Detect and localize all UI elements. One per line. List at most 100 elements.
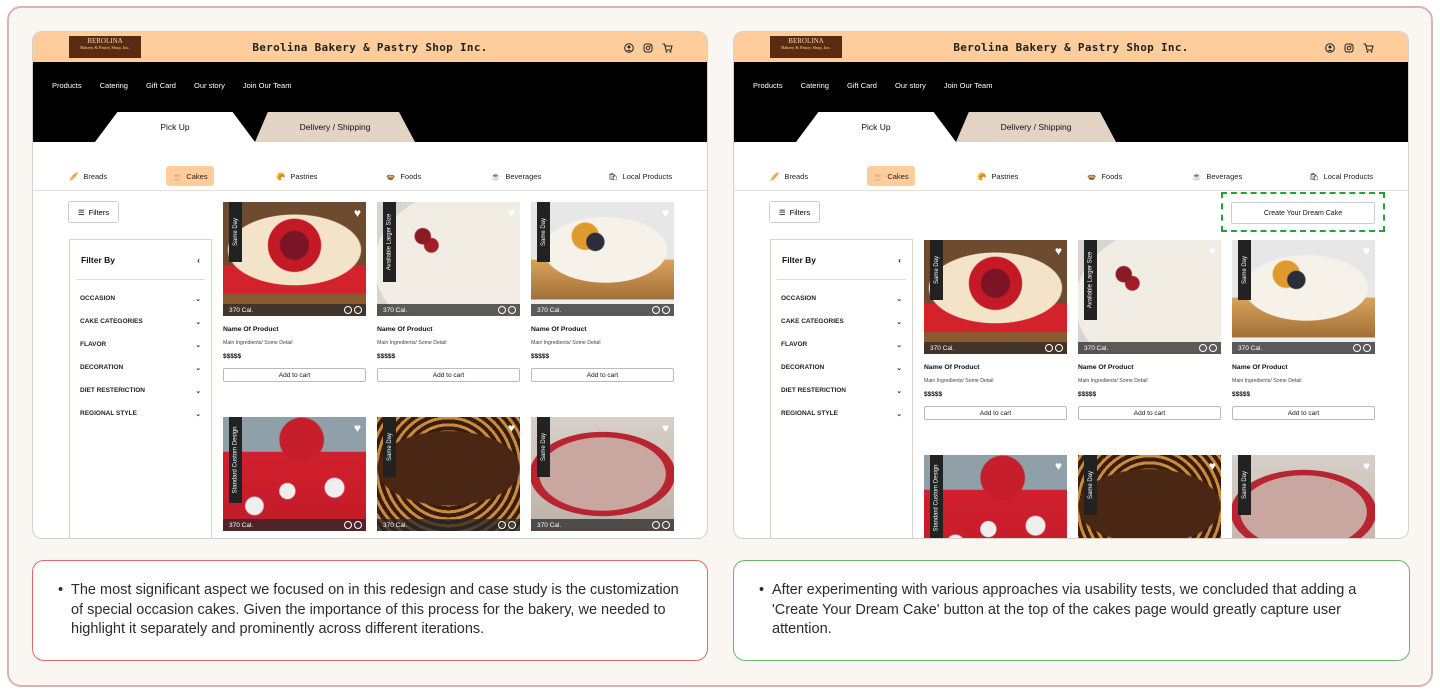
nav-join-team[interactable]: Join Our Team (243, 81, 292, 90)
heart-icon[interactable]: ♥ (1209, 460, 1216, 472)
product-card[interactable]: Same Day ♥ 370 Cal. Name Of Product Main I… (531, 202, 674, 382)
add-to-cart-button[interactable]: Add to cart (1232, 406, 1375, 420)
product-image[interactable]: Available Larger Size ♥ 370 Cal. (377, 202, 520, 316)
tab-delivery[interactable]: Delivery / Shipping (956, 112, 1116, 142)
user-icon[interactable] (624, 40, 634, 58)
filter-panel: Filter By ‹ OCCASION ⌄ CAKE CATEGORIES ⌄ FL… (69, 239, 212, 538)
product-image[interactable]: Same Day ♥ 370 Cal. (531, 417, 674, 531)
product-image[interactable]: Same Day ♥ 370 Cal. (924, 240, 1067, 354)
sliders-icon: ☰ (77, 207, 85, 217)
category-cakes[interactable]: 🎂 Cakes (166, 166, 214, 186)
category-pastries[interactable]: 🥐 Pastries (971, 166, 1024, 186)
nav-products[interactable]: Products (52, 81, 82, 90)
product-card[interactable]: Available Larger Size ♥ 370 Cal. Name Of P… (377, 202, 520, 382)
tab-delivery[interactable]: Delivery / Shipping (255, 112, 415, 142)
filter-occasion[interactable]: OCCASION ⌄ (80, 287, 201, 310)
product-card[interactable]: Standard Custom Design ♥ 370 Cal. (223, 417, 366, 531)
filter-regional-style[interactable]: REGIONAL STYLE ⌄ (80, 402, 201, 425)
collapse-icon[interactable]: ‹ (898, 255, 901, 265)
filter-cake-categories[interactable]: CAKE CATEGORIES ⌄ (80, 310, 201, 333)
category-beverages[interactable]: ☕ Beverages (485, 166, 547, 186)
filter-cake-categories[interactable]: CAKE CATEGORIES ⌄ (781, 310, 902, 333)
heart-icon[interactable]: ♥ (354, 207, 361, 219)
heart-icon[interactable]: ♥ (1363, 245, 1370, 257)
instagram-icon[interactable] (643, 40, 653, 58)
nav-catering[interactable]: Catering (801, 81, 829, 90)
cart-icon[interactable] (662, 40, 673, 58)
filters-button[interactable]: ☰ Filters (68, 201, 119, 223)
product-image[interactable]: Standard Custom Design ♥ 370 Cal. (223, 417, 366, 531)
chevron-down-icon: ⌄ (896, 295, 902, 303)
category-cakes[interactable]: 🎂 Cakes (867, 166, 915, 186)
product-card[interactable]: Same Day ♥ 370 Cal. Name Of Product Main I… (223, 202, 366, 382)
product-card[interactable]: Standard Custom Design ♥ (924, 455, 1067, 538)
product-card[interactable]: Same Day ♥ (1232, 455, 1375, 538)
product-card[interactable]: Available Larger Size ♥ 370 Cal. Name Of P… (1078, 240, 1221, 420)
heart-icon[interactable]: ♥ (1055, 460, 1062, 472)
product-card[interactable]: Same Day ♥ (1078, 455, 1221, 538)
filter-decoration[interactable]: DECORATION ⌄ (781, 356, 902, 379)
heart-icon[interactable]: ♥ (1363, 460, 1370, 472)
user-icon[interactable] (1325, 40, 1335, 58)
instagram-icon[interactable] (1344, 40, 1354, 58)
product-image[interactable]: Available Larger Size ♥ 370 Cal. (1078, 240, 1221, 354)
product-image[interactable]: Same Day ♥ (1078, 455, 1221, 538)
category-local-products[interactable]: 🛍 Local Products (602, 166, 678, 186)
add-to-cart-button[interactable]: Add to cart (377, 368, 520, 382)
category-pastries[interactable]: 🥐 Pastries (270, 166, 323, 186)
filter-flavor[interactable]: FLAVOR ⌄ (80, 333, 201, 356)
nav-join-team[interactable]: Join Our Team (944, 81, 993, 90)
chevron-down-icon: ⌄ (195, 341, 201, 349)
nav-our-story[interactable]: Our story (895, 81, 926, 90)
heart-icon[interactable]: ♥ (662, 422, 669, 434)
add-to-cart-button[interactable]: Add to cart (223, 368, 366, 382)
product-image[interactable]: Standard Custom Design ♥ (924, 455, 1067, 538)
heart-icon[interactable]: ♥ (662, 207, 669, 219)
product-image[interactable]: Same Day ♥ (1232, 455, 1375, 538)
nav-our-story[interactable]: Our story (194, 81, 225, 90)
create-dream-cake-button[interactable]: Create Your Dream Cake (1231, 202, 1375, 224)
product-card[interactable]: Same Day ♥ 370 Cal. (531, 417, 674, 531)
add-to-cart-button[interactable]: Add to cart (531, 368, 674, 382)
filters-button[interactable]: ☰ Filters (769, 201, 820, 223)
filter-title: Filter By (81, 254, 116, 265)
category-breads[interactable]: 🥖 Breads (764, 166, 814, 186)
heart-icon[interactable]: ♥ (1055, 245, 1062, 257)
nav-products[interactable]: Products (753, 81, 783, 90)
bread-icon: 🥖 (770, 171, 780, 181)
product-image[interactable]: Same Day ♥ 370 Cal. (223, 202, 366, 316)
collapse-icon[interactable]: ‹ (197, 255, 200, 265)
product-image[interactable]: Same Day ♥ 370 Cal. (531, 202, 674, 316)
tab-pickup[interactable]: Pick Up (796, 112, 956, 142)
tab-pickup[interactable]: Pick Up (95, 112, 255, 142)
product-card[interactable]: Same Day ♥ 370 Cal. Name Of Product Main I… (1232, 240, 1375, 420)
cart-icon[interactable] (1363, 40, 1374, 58)
filter-decoration[interactable]: DECORATION ⌄ (80, 356, 201, 379)
product-card[interactable]: Same Day ♥ 370 Cal. Name Of Product Main I… (924, 240, 1067, 420)
nav-gift-card[interactable]: Gift Card (847, 81, 877, 90)
category-foods[interactable]: 🍲 Foods (1081, 166, 1128, 186)
heart-icon[interactable]: ♥ (508, 207, 515, 219)
category-local-products[interactable]: 🛍 Local Products (1303, 166, 1379, 186)
add-to-cart-button[interactable]: Add to cart (1078, 406, 1221, 420)
product-name: Name Of Product (531, 326, 587, 333)
filter-diet[interactable]: DIET RESTERICTION ⌄ (80, 379, 201, 402)
product-card[interactable]: Same Day ♥ 370 Cal. (377, 417, 520, 531)
filter-occasion[interactable]: OCCASION ⌄ (781, 287, 902, 310)
product-image[interactable]: Same Day ♥ 370 Cal. (377, 417, 520, 531)
add-to-cart-button[interactable]: Add to cart (924, 406, 1067, 420)
filter-diet[interactable]: DIET RESTERICTION ⌄ (781, 379, 902, 402)
product-price: $$$$$ (531, 353, 550, 360)
heart-icon[interactable]: ♥ (1209, 245, 1216, 257)
nav-catering[interactable]: Catering (100, 81, 128, 90)
product-image[interactable]: Same Day ♥ 370 Cal. (1232, 240, 1375, 354)
filter-regional-style[interactable]: REGIONAL STYLE ⌄ (781, 402, 902, 425)
badge: Same Day (537, 202, 550, 262)
filter-flavor[interactable]: FLAVOR ⌄ (781, 333, 902, 356)
nav-gift-card[interactable]: Gift Card (146, 81, 176, 90)
category-breads[interactable]: 🥖 Breads (63, 166, 113, 186)
heart-icon[interactable]: ♥ (354, 422, 361, 434)
category-foods[interactable]: 🍲 Foods (380, 166, 427, 186)
category-beverages[interactable]: ☕ Beverages (1186, 166, 1248, 186)
heart-icon[interactable]: ♥ (508, 422, 515, 434)
